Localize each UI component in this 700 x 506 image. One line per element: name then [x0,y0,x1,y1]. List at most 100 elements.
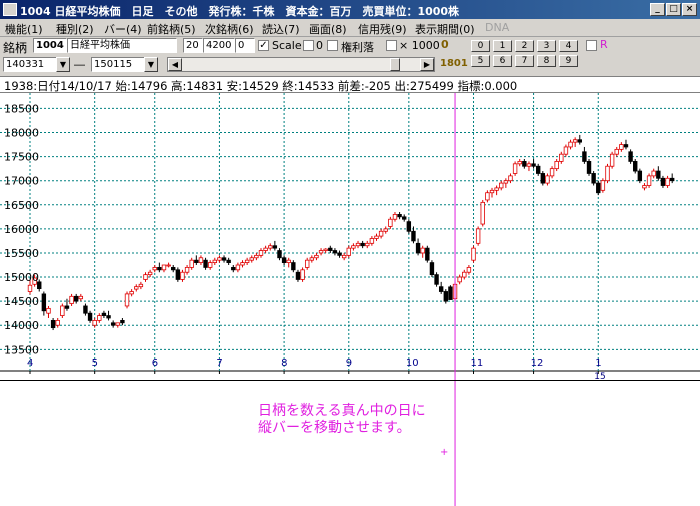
x-tick-label: 8 [281,358,287,369]
menu-dna[interactable]: DNA [485,21,509,34]
candle-body [115,322,120,326]
candle-body [614,148,619,155]
symbol-name-field[interactable]: 日経平均株価 [67,38,177,53]
candle-body [277,250,282,259]
menu-kinou[interactable]: 機能(1) [5,21,43,37]
candle-body [383,228,388,232]
scroll-right-icon[interactable]: ▶ [420,58,434,71]
candle-body [175,269,181,280]
num-button-7[interactable]: 7 [515,55,534,67]
chart-background [0,93,700,380]
num-button-4[interactable]: 4 [559,40,578,52]
candle-body [249,257,254,261]
info-bar: 1938:日付14/10/17 始:14796 高:14831 安:14529 … [0,76,700,93]
code-input[interactable]: 1004 [33,38,67,53]
scroll-left-icon[interactable]: ◀ [168,58,182,71]
candle-body [402,216,407,220]
maximize-button[interactable]: □ [666,3,681,16]
date-from-input[interactable]: 140331 [3,57,58,72]
candle-body [471,247,476,261]
window-title: 1004 日経平均株価 日足 その他 発行株：千株 資本金：百万 売買単位：10… [20,5,460,18]
candle-body [457,276,462,283]
menu-margin[interactable]: 信用残(9) [358,21,407,37]
num-button-9[interactable]: 9 [559,55,578,67]
y-tick-label: 15500 [4,247,39,260]
x-tick-label: 9 [346,358,352,369]
menu-bar: 機能(1) 種別(2) バー(4) 前銘柄(5) 次銘柄(6) 読込(7) 画面… [0,19,700,37]
x1000-checkbox[interactable] [386,40,397,51]
candlestick-chart[interactable]: 13500 14000 14500 15000 15500 16000 16500 17000… [0,93,700,380]
candle-body [120,320,125,324]
num-button-3[interactable]: 3 [537,40,556,52]
num-button-6[interactable]: 6 [493,55,512,67]
candle-body [189,259,194,268]
candle-body [388,218,393,227]
close-button[interactable]: × [682,3,697,16]
menu-prev-symbol[interactable]: 前銘柄(5) [147,21,196,37]
candle-body [180,271,185,280]
date-to-input[interactable]: 150115 [91,57,146,72]
candle-body [660,177,666,186]
candle-body [231,267,236,271]
scale-checkbox[interactable]: ✓ [258,40,269,51]
menu-display-period[interactable]: 表示期間(0) [415,21,475,37]
menu-bar-type[interactable]: バー(4) [104,21,142,37]
candle-body [536,165,541,174]
candle-body [217,257,222,261]
candle-body [374,235,379,239]
menu-screen[interactable]: 画面(8) [309,21,347,37]
num-button-8[interactable]: 8 [537,55,556,67]
candle-body [323,248,328,251]
y-tick-label: 15000 [4,271,39,284]
candle-body [489,189,495,194]
y-tick-label: 18500 [4,102,39,115]
candle-body [651,170,656,177]
menu-shubetsu[interactable]: 種別(2) [56,21,94,37]
candle-body [281,257,287,263]
zero-checkbox[interactable] [303,40,314,51]
y-tick-label: 13500 [4,343,39,356]
param-field-2[interactable]: 4200 [203,38,235,53]
candle-body [318,250,324,254]
candle-body [646,175,652,186]
r-label: R [600,38,608,51]
candle-body [295,271,301,280]
bottom-pane: + [0,380,700,506]
param-field-1[interactable]: 20 [183,38,203,53]
candle-body [74,295,79,302]
candle-body [365,242,370,247]
candle-body [328,247,333,251]
bar-info-text: 1938:日付14/10/17 始:14796 高:14831 安:14529 … [4,79,518,93]
candle-body [420,247,425,254]
date-from-dropdown[interactable]: ▼ [56,57,70,72]
r-checkbox[interactable] [586,40,597,51]
x-tick-label: 1 [595,358,601,369]
candle-body [369,238,375,244]
num-button-0[interactable]: 0 [471,40,490,52]
y-tick-label: 14500 [4,295,39,308]
title-bar: 1004 日経平均株価 日足 その他 発行株：千株 資本金：百万 売買単位：10… [0,0,700,19]
menu-next-symbol[interactable]: 次銘柄(6) [205,21,254,37]
menu-load[interactable]: 読込(7) [262,21,300,37]
date-to-dropdown[interactable]: ▼ [144,57,158,72]
param-field-3[interactable]: 0 [235,38,255,53]
minimize-button[interactable]: _ [650,3,665,16]
candle-body [411,230,416,242]
candle-body [397,214,402,218]
kenri-checkbox[interactable] [327,40,338,51]
num-button-5[interactable]: 5 [471,55,490,67]
candle-body [194,259,199,263]
candle-body [415,242,421,254]
candle-body [628,151,633,162]
y-tick-label: 16000 [4,223,39,236]
candle-body [554,161,559,170]
num-button-1[interactable]: 1 [493,40,512,52]
period-scrollbar[interactable]: ◀ ▶ [167,57,435,72]
candle-body [582,151,587,162]
candle-body [147,271,153,276]
candle-body [609,153,615,167]
num-button-2[interactable]: 2 [515,40,534,52]
candle-body [291,262,296,271]
scroll-thumb[interactable] [390,58,400,71]
candle-body [92,320,97,326]
